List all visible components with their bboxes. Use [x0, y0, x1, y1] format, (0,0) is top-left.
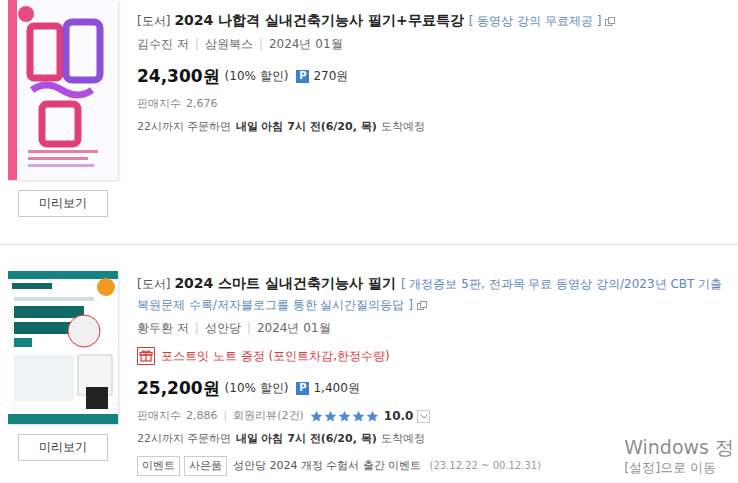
delivery-before: 22시까지 주문하면 [137, 120, 232, 133]
book-cover [8, 0, 118, 180]
author-line: 황두환 저 | 성안당 | 2024년 01월 [137, 319, 732, 337]
price-line: 24,300원(10% 할인) P 270원 [137, 65, 732, 87]
separator: | [195, 321, 199, 335]
sales-index: 2,676 [186, 95, 218, 113]
author[interactable]: 김수진 저 [137, 37, 189, 51]
price-line: 25,200원(10% 할인) P 1,400원 [137, 377, 732, 399]
new-window-icon[interactable] [605, 17, 615, 26]
tag[interactable]: 이벤트 [137, 456, 180, 476]
delivery-info: 22시까지 주문하면 내일 아침 7시 전(6/20, 목) 도착예정 [137, 118, 732, 136]
preview-button[interactable]: 미리보기 [18, 190, 108, 217]
delivery-info: 22시까지 주문하면 내일 아침 7시 전(6/20, 목) 도착예정 [137, 430, 732, 448]
title-line: [도서]2024 스마트 실내건축기능사 필기[ 개정증보 5판, 전과목 무료… [137, 273, 732, 315]
dropdown-icon[interactable] [417, 410, 430, 423]
author[interactable]: 황두환 저 [137, 321, 189, 335]
event-line: 이벤트사은품 성안당 2024 개정 수험서 출간 이벤트 (23.12.22 ~ … [137, 456, 732, 476]
publisher[interactable]: 성안당 [205, 321, 241, 335]
points: 1,400원 [313, 377, 359, 399]
category-label: [도서] [137, 277, 170, 291]
price: 24,300원 [137, 65, 220, 87]
points: 270원 [313, 65, 348, 87]
delivery-after: 도착예정 [381, 120, 425, 133]
gift-text: 포스트잇 노트 증정 (포인트차감,한정수량) [161, 347, 390, 365]
discount: (10% 할인) [225, 377, 289, 399]
book-cover [8, 271, 118, 424]
star-icon [338, 410, 351, 423]
watermark-title: Windows 정 [624, 435, 734, 459]
preview-button[interactable]: 미리보기 [18, 434, 108, 461]
product-title[interactable]: 2024 나합격 실내건축기능사 필기+무료특강 [174, 12, 463, 28]
publish-date: 2024년 01월 [257, 321, 331, 335]
product-info: [도서] 2024 나합격 실내건축기능사 필기+무료특강 [ 동영상 강의 무료제… [137, 0, 732, 244]
delivery-after: 도착예정 [381, 432, 425, 445]
activation-watermark: Windows 정[설정]으로 이동 [624, 435, 734, 477]
separator: | [195, 37, 199, 51]
title-line: [도서] 2024 나합격 실내건축기능사 필기+무료특강 [ 동영상 강의 무료제… [137, 10, 732, 31]
gift-line: 포스트잇 노트 증정 (포인트차감,한정수량) [137, 347, 732, 365]
delivery-time: 내일 아침 7시 전(6/20, 목) [236, 432, 377, 445]
sales-label: 판매지수 [137, 95, 181, 113]
sales-line: 판매지수 2,886 | 회원리뷰(2건) 10.0 [137, 407, 732, 425]
product-item: 미리보기 [도서] 2024 나합격 실내건축기능사 필기+무료특강 [ 동영상 강의… [0, 0, 738, 245]
star-icon [352, 410, 365, 423]
product-media: 미리보기 [8, 0, 118, 244]
sales-index: 2,886 [186, 407, 218, 425]
rating-score: 10.0 [384, 407, 414, 425]
product-media: 미리보기 [8, 271, 118, 476]
separator: | [259, 37, 263, 51]
category-label: [도서] [137, 14, 170, 28]
event-title[interactable]: 성안당 2024 개정 수험서 출간 이벤트 [233, 458, 421, 474]
tag[interactable]: 사은품 [184, 456, 227, 476]
discount: (10% 할인) [225, 65, 289, 87]
watermark-subtitle: [설정]으로 이동 [624, 459, 734, 477]
point-badge: P [296, 382, 309, 395]
product-subtitle: [ 동영상 강의 무료제공 ] [469, 14, 602, 28]
delivery-time: 내일 아침 7시 전(6/20, 목) [236, 120, 377, 133]
sales-line: 판매지수 2,676 [137, 95, 732, 113]
gift-icon [137, 347, 155, 365]
price: 25,200원 [137, 377, 220, 399]
publish-date: 2024년 01월 [269, 37, 343, 51]
author-line: 김수진 저 | 삼원북스 | 2024년 01월 [137, 35, 732, 53]
event-period: (23.12.22 ~ 00.12.31) [429, 458, 541, 474]
product-item: 미리보기[도서]2024 스마트 실내건축기능사 필기[ 개정증보 5판, 전과… [0, 245, 738, 476]
separator: | [247, 321, 251, 335]
star-icon [310, 410, 323, 423]
point-badge: P [296, 70, 309, 83]
product-info: [도서]2024 스마트 실내건축기능사 필기[ 개정증보 5판, 전과목 무료… [137, 271, 732, 476]
new-window-icon[interactable] [417, 301, 427, 310]
delivery-before: 22시까지 주문하면 [137, 432, 232, 445]
chevron-icon [420, 414, 428, 419]
rating-stars [310, 410, 379, 423]
separator: | [224, 407, 228, 425]
star-icon [324, 410, 337, 423]
product-title[interactable]: 2024 스마트 실내건축기능사 필기 [174, 275, 396, 291]
publisher[interactable]: 삼원북스 [205, 37, 253, 51]
sales-label: 판매지수 [137, 407, 181, 425]
review-count[interactable]: 회원리뷰(2건) [233, 407, 304, 425]
star-icon [366, 410, 379, 423]
